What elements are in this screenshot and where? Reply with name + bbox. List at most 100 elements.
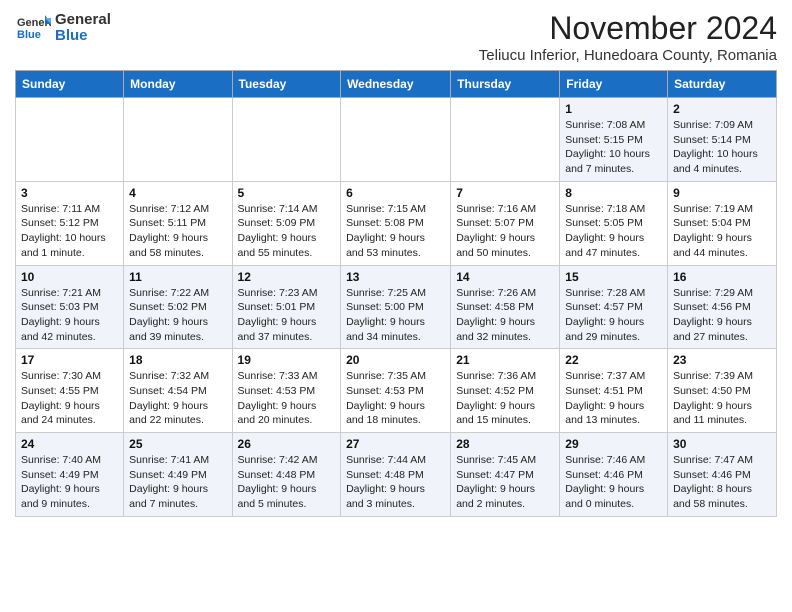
svg-text:Blue: Blue xyxy=(17,29,41,41)
day-info: Sunrise: 7:26 AM Sunset: 4:58 PM Dayligh… xyxy=(456,286,554,345)
day-number: 29 xyxy=(565,437,662,451)
day-info: Sunrise: 7:30 AM Sunset: 4:55 PM Dayligh… xyxy=(21,369,118,428)
day-info: Sunrise: 7:21 AM Sunset: 5:03 PM Dayligh… xyxy=(21,286,118,345)
calendar-cell: 17 Sunrise: 7:30 AM Sunset: 4:55 PM Dayli… xyxy=(16,349,124,433)
calendar-cell: 29 Sunrise: 7:46 AM Sunset: 4:46 PM Dayli… xyxy=(560,433,668,517)
calendar-cell: 28Sunrise: 7:45 AM Sunset: 4:47 PM Dayli… xyxy=(451,433,560,517)
calendar-cell: 18 Sunrise: 7:32 AM Sunset: 4:54 PM Dayli… xyxy=(124,349,232,433)
calendar-cell: 11Sunrise: 7:22 AM Sunset: 5:02 PM Dayli… xyxy=(124,265,232,349)
day-info: Sunrise: 7:35 AM Sunset: 4:53 PM Dayligh… xyxy=(346,369,445,428)
calendar-cell xyxy=(451,98,560,182)
calendar-cell: 9 Sunrise: 7:19 AM Sunset: 5:04 PM Daylig… xyxy=(668,181,777,265)
day-info: Sunrise: 7:11 AM Sunset: 5:12 PM Dayligh… xyxy=(21,202,118,261)
calendar-cell xyxy=(16,98,124,182)
weekday-header-wednesday: Wednesday xyxy=(341,71,451,98)
calendar-cell: 7Sunrise: 7:16 AM Sunset: 5:07 PM Daylig… xyxy=(451,181,560,265)
day-number: 25 xyxy=(129,437,226,451)
calendar-cell: 12 Sunrise: 7:23 AM Sunset: 5:01 PM Dayli… xyxy=(232,265,341,349)
day-number: 9 xyxy=(673,186,771,200)
calendar-cell: 19 Sunrise: 7:33 AM Sunset: 4:53 PM Dayli… xyxy=(232,349,341,433)
day-info: Sunrise: 7:45 AM Sunset: 4:47 PM Dayligh… xyxy=(456,453,554,512)
logo-blue-text: Blue xyxy=(55,28,111,45)
day-info: Sunrise: 7:12 AM Sunset: 5:11 PM Dayligh… xyxy=(129,202,226,261)
day-number: 27 xyxy=(346,437,445,451)
day-info: Sunrise: 7:28 AM Sunset: 4:57 PM Dayligh… xyxy=(565,286,662,345)
day-number: 24 xyxy=(21,437,118,451)
day-number: 1 xyxy=(565,102,662,116)
calendar-cell: 15Sunrise: 7:28 AM Sunset: 4:57 PM Dayli… xyxy=(560,265,668,349)
calendar-cell: 4 Sunrise: 7:12 AM Sunset: 5:11 PM Daylig… xyxy=(124,181,232,265)
weekday-header-saturday: Saturday xyxy=(668,71,777,98)
day-number: 23 xyxy=(673,353,771,367)
calendar-cell xyxy=(124,98,232,182)
logo: General Blue General Blue xyxy=(15,10,111,46)
day-number: 5 xyxy=(238,186,336,200)
day-info: Sunrise: 7:33 AM Sunset: 4:53 PM Dayligh… xyxy=(238,369,336,428)
day-number: 21 xyxy=(456,353,554,367)
calendar-cell: 10Sunrise: 7:21 AM Sunset: 5:03 PM Dayli… xyxy=(16,265,124,349)
day-number: 17 xyxy=(21,353,118,367)
day-info: Sunrise: 7:40 AM Sunset: 4:49 PM Dayligh… xyxy=(21,453,118,512)
weekday-header-row: SundayMondayTuesdayWednesdayThursdayFrid… xyxy=(16,71,777,98)
day-number: 8 xyxy=(565,186,662,200)
day-info: Sunrise: 7:36 AM Sunset: 4:52 PM Dayligh… xyxy=(456,369,554,428)
day-info: Sunrise: 7:42 AM Sunset: 4:48 PM Dayligh… xyxy=(238,453,336,512)
day-info: Sunrise: 7:29 AM Sunset: 4:56 PM Dayligh… xyxy=(673,286,771,345)
day-info: Sunrise: 7:47 AM Sunset: 4:46 PM Dayligh… xyxy=(673,453,771,512)
day-number: 26 xyxy=(238,437,336,451)
weekday-header-monday: Monday xyxy=(124,71,232,98)
day-number: 4 xyxy=(129,186,226,200)
calendar-cell xyxy=(341,98,451,182)
calendar-cell: 14 Sunrise: 7:26 AM Sunset: 4:58 PM Dayli… xyxy=(451,265,560,349)
logo-icon: General Blue xyxy=(15,10,51,46)
calendar-cell: 26 Sunrise: 7:42 AM Sunset: 4:48 PM Dayli… xyxy=(232,433,341,517)
title-area: November 2024 Teliucu Inferior, Hunedoar… xyxy=(479,10,777,64)
calendar-cell: 8 Sunrise: 7:18 AM Sunset: 5:05 PM Daylig… xyxy=(560,181,668,265)
calendar-cell: 23Sunrise: 7:39 AM Sunset: 4:50 PM Dayli… xyxy=(668,349,777,433)
day-info: Sunrise: 7:19 AM Sunset: 5:04 PM Dayligh… xyxy=(673,202,771,261)
day-info: Sunrise: 7:23 AM Sunset: 5:01 PM Dayligh… xyxy=(238,286,336,345)
day-number: 20 xyxy=(346,353,445,367)
day-info: Sunrise: 7:14 AM Sunset: 5:09 PM Dayligh… xyxy=(238,202,336,261)
calendar-cell: 3 Sunrise: 7:11 AM Sunset: 5:12 PM Daylig… xyxy=(16,181,124,265)
day-info: Sunrise: 7:15 AM Sunset: 5:08 PM Dayligh… xyxy=(346,202,445,261)
day-info: Sunrise: 7:32 AM Sunset: 4:54 PM Dayligh… xyxy=(129,369,226,428)
day-info: Sunrise: 7:08 AM Sunset: 5:15 PM Dayligh… xyxy=(565,118,662,177)
day-info: Sunrise: 7:25 AM Sunset: 5:00 PM Dayligh… xyxy=(346,286,445,345)
calendar-cell: 22 Sunrise: 7:37 AM Sunset: 4:51 PM Dayli… xyxy=(560,349,668,433)
day-number: 13 xyxy=(346,270,445,284)
day-number: 22 xyxy=(565,353,662,367)
day-number: 3 xyxy=(21,186,118,200)
calendar-cell: 16 Sunrise: 7:29 AM Sunset: 4:56 PM Dayli… xyxy=(668,265,777,349)
week-row-4: 17 Sunrise: 7:30 AM Sunset: 4:55 PM Dayli… xyxy=(16,349,777,433)
day-info: Sunrise: 7:46 AM Sunset: 4:46 PM Dayligh… xyxy=(565,453,662,512)
location-title: Teliucu Inferior, Hunedoara County, Roma… xyxy=(479,47,777,64)
day-number: 18 xyxy=(129,353,226,367)
calendar-cell: 13 Sunrise: 7:25 AM Sunset: 5:00 PM Dayli… xyxy=(341,265,451,349)
day-number: 14 xyxy=(456,270,554,284)
day-info: Sunrise: 7:16 AM Sunset: 5:07 PM Dayligh… xyxy=(456,202,554,261)
day-number: 30 xyxy=(673,437,771,451)
day-number: 19 xyxy=(238,353,336,367)
calendar-cell: 5 Sunrise: 7:14 AM Sunset: 5:09 PM Daylig… xyxy=(232,181,341,265)
weekday-header-friday: Friday xyxy=(560,71,668,98)
calendar-cell: 24 Sunrise: 7:40 AM Sunset: 4:49 PM Dayli… xyxy=(16,433,124,517)
logo-general-text: General xyxy=(55,12,111,29)
calendar-cell: 6 Sunrise: 7:15 AM Sunset: 5:08 PM Daylig… xyxy=(341,181,451,265)
day-number: 16 xyxy=(673,270,771,284)
day-number: 12 xyxy=(238,270,336,284)
week-row-5: 24 Sunrise: 7:40 AM Sunset: 4:49 PM Dayli… xyxy=(16,433,777,517)
calendar-cell: 1 Sunrise: 7:08 AM Sunset: 5:15 PM Daylig… xyxy=(560,98,668,182)
day-info: Sunrise: 7:37 AM Sunset: 4:51 PM Dayligh… xyxy=(565,369,662,428)
calendar-cell: 2 Sunrise: 7:09 AM Sunset: 5:14 PM Daylig… xyxy=(668,98,777,182)
calendar-cell: 21 Sunrise: 7:36 AM Sunset: 4:52 PM Dayli… xyxy=(451,349,560,433)
weekday-header-thursday: Thursday xyxy=(451,71,560,98)
day-info: Sunrise: 7:18 AM Sunset: 5:05 PM Dayligh… xyxy=(565,202,662,261)
week-row-1: 1 Sunrise: 7:08 AM Sunset: 5:15 PM Daylig… xyxy=(16,98,777,182)
day-number: 2 xyxy=(673,102,771,116)
calendar-cell: 20 Sunrise: 7:35 AM Sunset: 4:53 PM Dayli… xyxy=(341,349,451,433)
calendar-cell: 30 Sunrise: 7:47 AM Sunset: 4:46 PM Dayli… xyxy=(668,433,777,517)
day-number: 6 xyxy=(346,186,445,200)
day-number: 11 xyxy=(129,270,226,284)
day-info: Sunrise: 7:09 AM Sunset: 5:14 PM Dayligh… xyxy=(673,118,771,177)
